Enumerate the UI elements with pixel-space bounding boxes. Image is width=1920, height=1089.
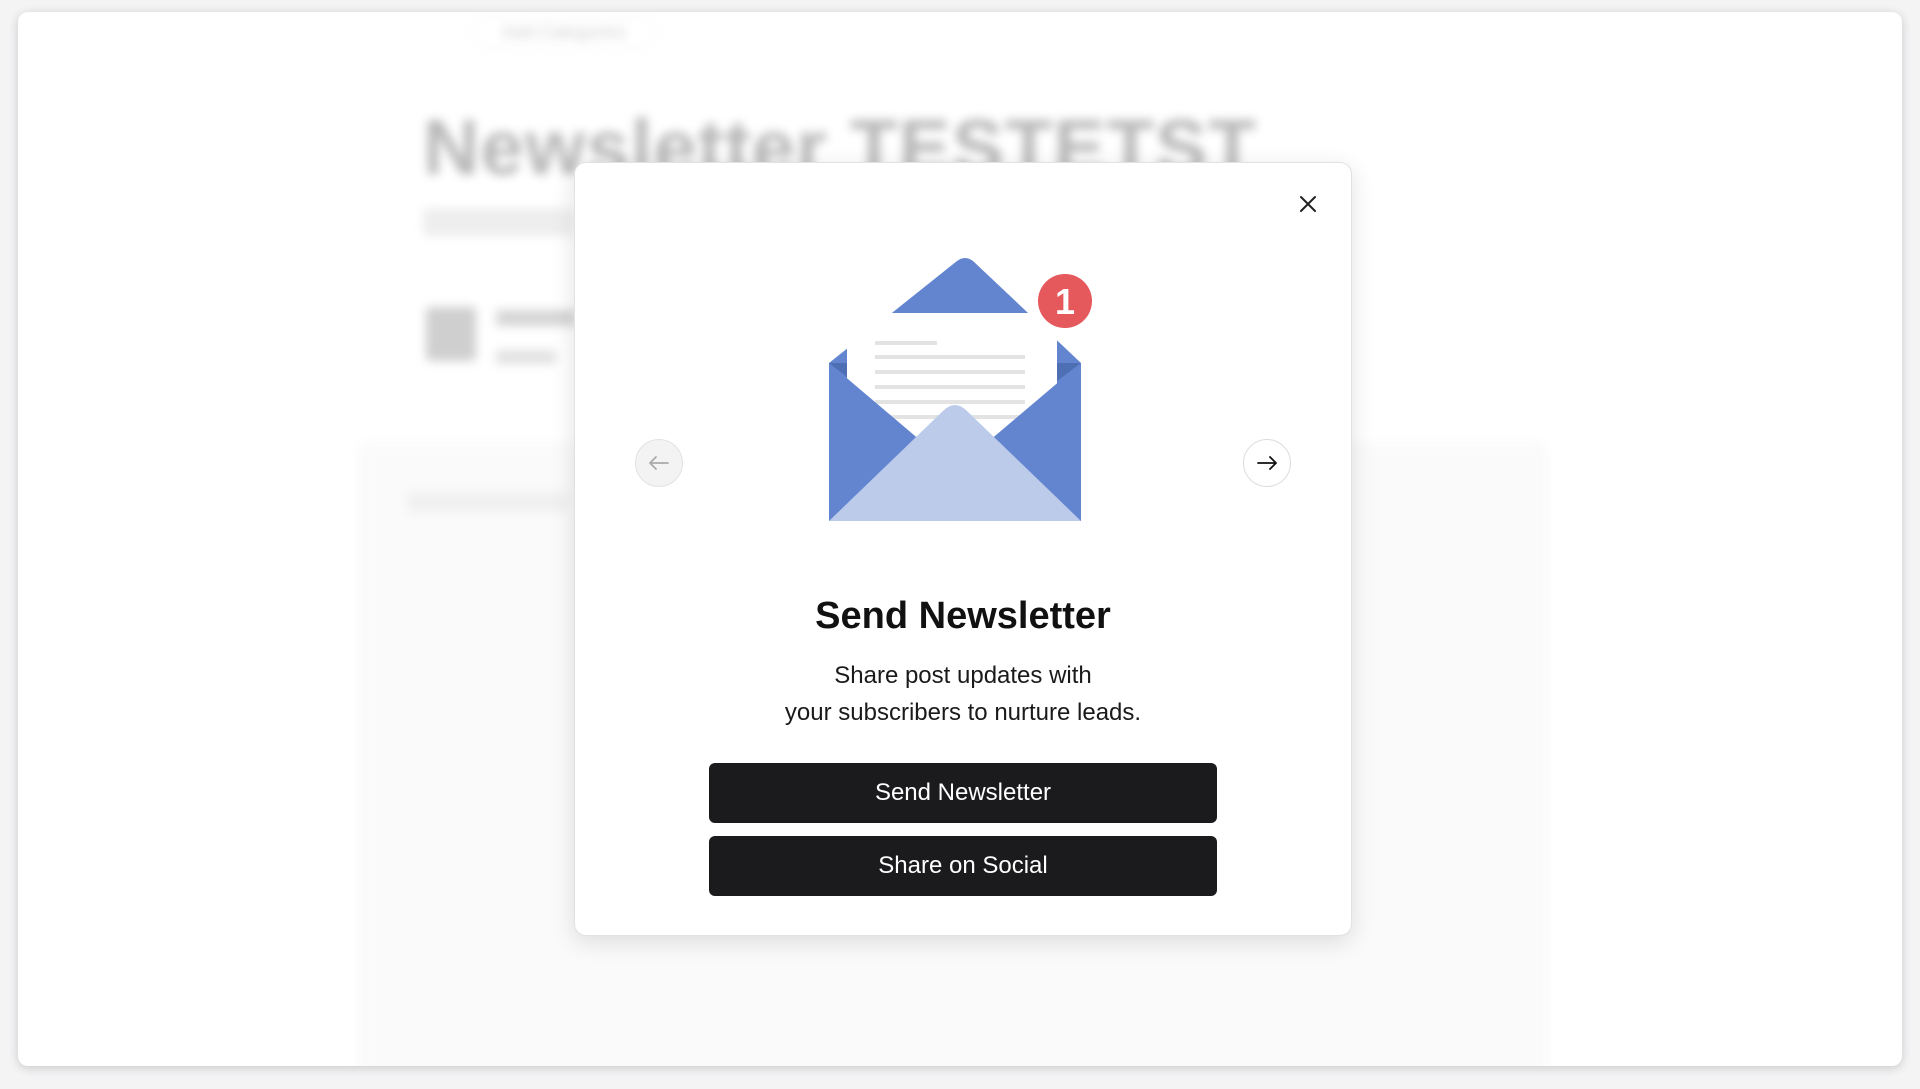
modal-description-line-1: Share post updates with (834, 662, 1092, 689)
arrow-right-icon (1257, 456, 1277, 470)
notification-badge-count: 1 (1055, 281, 1075, 322)
modal-description-line-2: your subscribers to nurture leads. (784, 699, 1142, 726)
next-slide-button[interactable] (1243, 439, 1291, 487)
author-avatar (426, 307, 476, 361)
share-on-social-button[interactable]: Share on Social (709, 836, 1217, 896)
arrow-left-icon (649, 456, 669, 470)
send-newsletter-button[interactable]: Send Newsletter (709, 763, 1217, 823)
envelope-illustration: 1 (829, 258, 1092, 521)
modal-title: Send Newsletter (815, 595, 1111, 637)
previous-slide-button[interactable] (635, 439, 683, 487)
editor-placeholder-line (408, 492, 568, 512)
close-icon (1300, 196, 1316, 212)
author-meta-placeholder (496, 350, 556, 364)
send-newsletter-modal: 1 Send Newsletter Share post updates wit… (574, 162, 1352, 936)
close-button[interactable] (1291, 187, 1325, 221)
app-window: Add Categories Newsletter TESTETST 1 Sen… (18, 12, 1902, 1066)
modal-description: Share post updates with your subscribers… (575, 657, 1351, 731)
add-categories-button: Add Categories (473, 16, 655, 48)
author-name-placeholder (496, 310, 576, 326)
post-subtitle-placeholder (423, 208, 573, 236)
